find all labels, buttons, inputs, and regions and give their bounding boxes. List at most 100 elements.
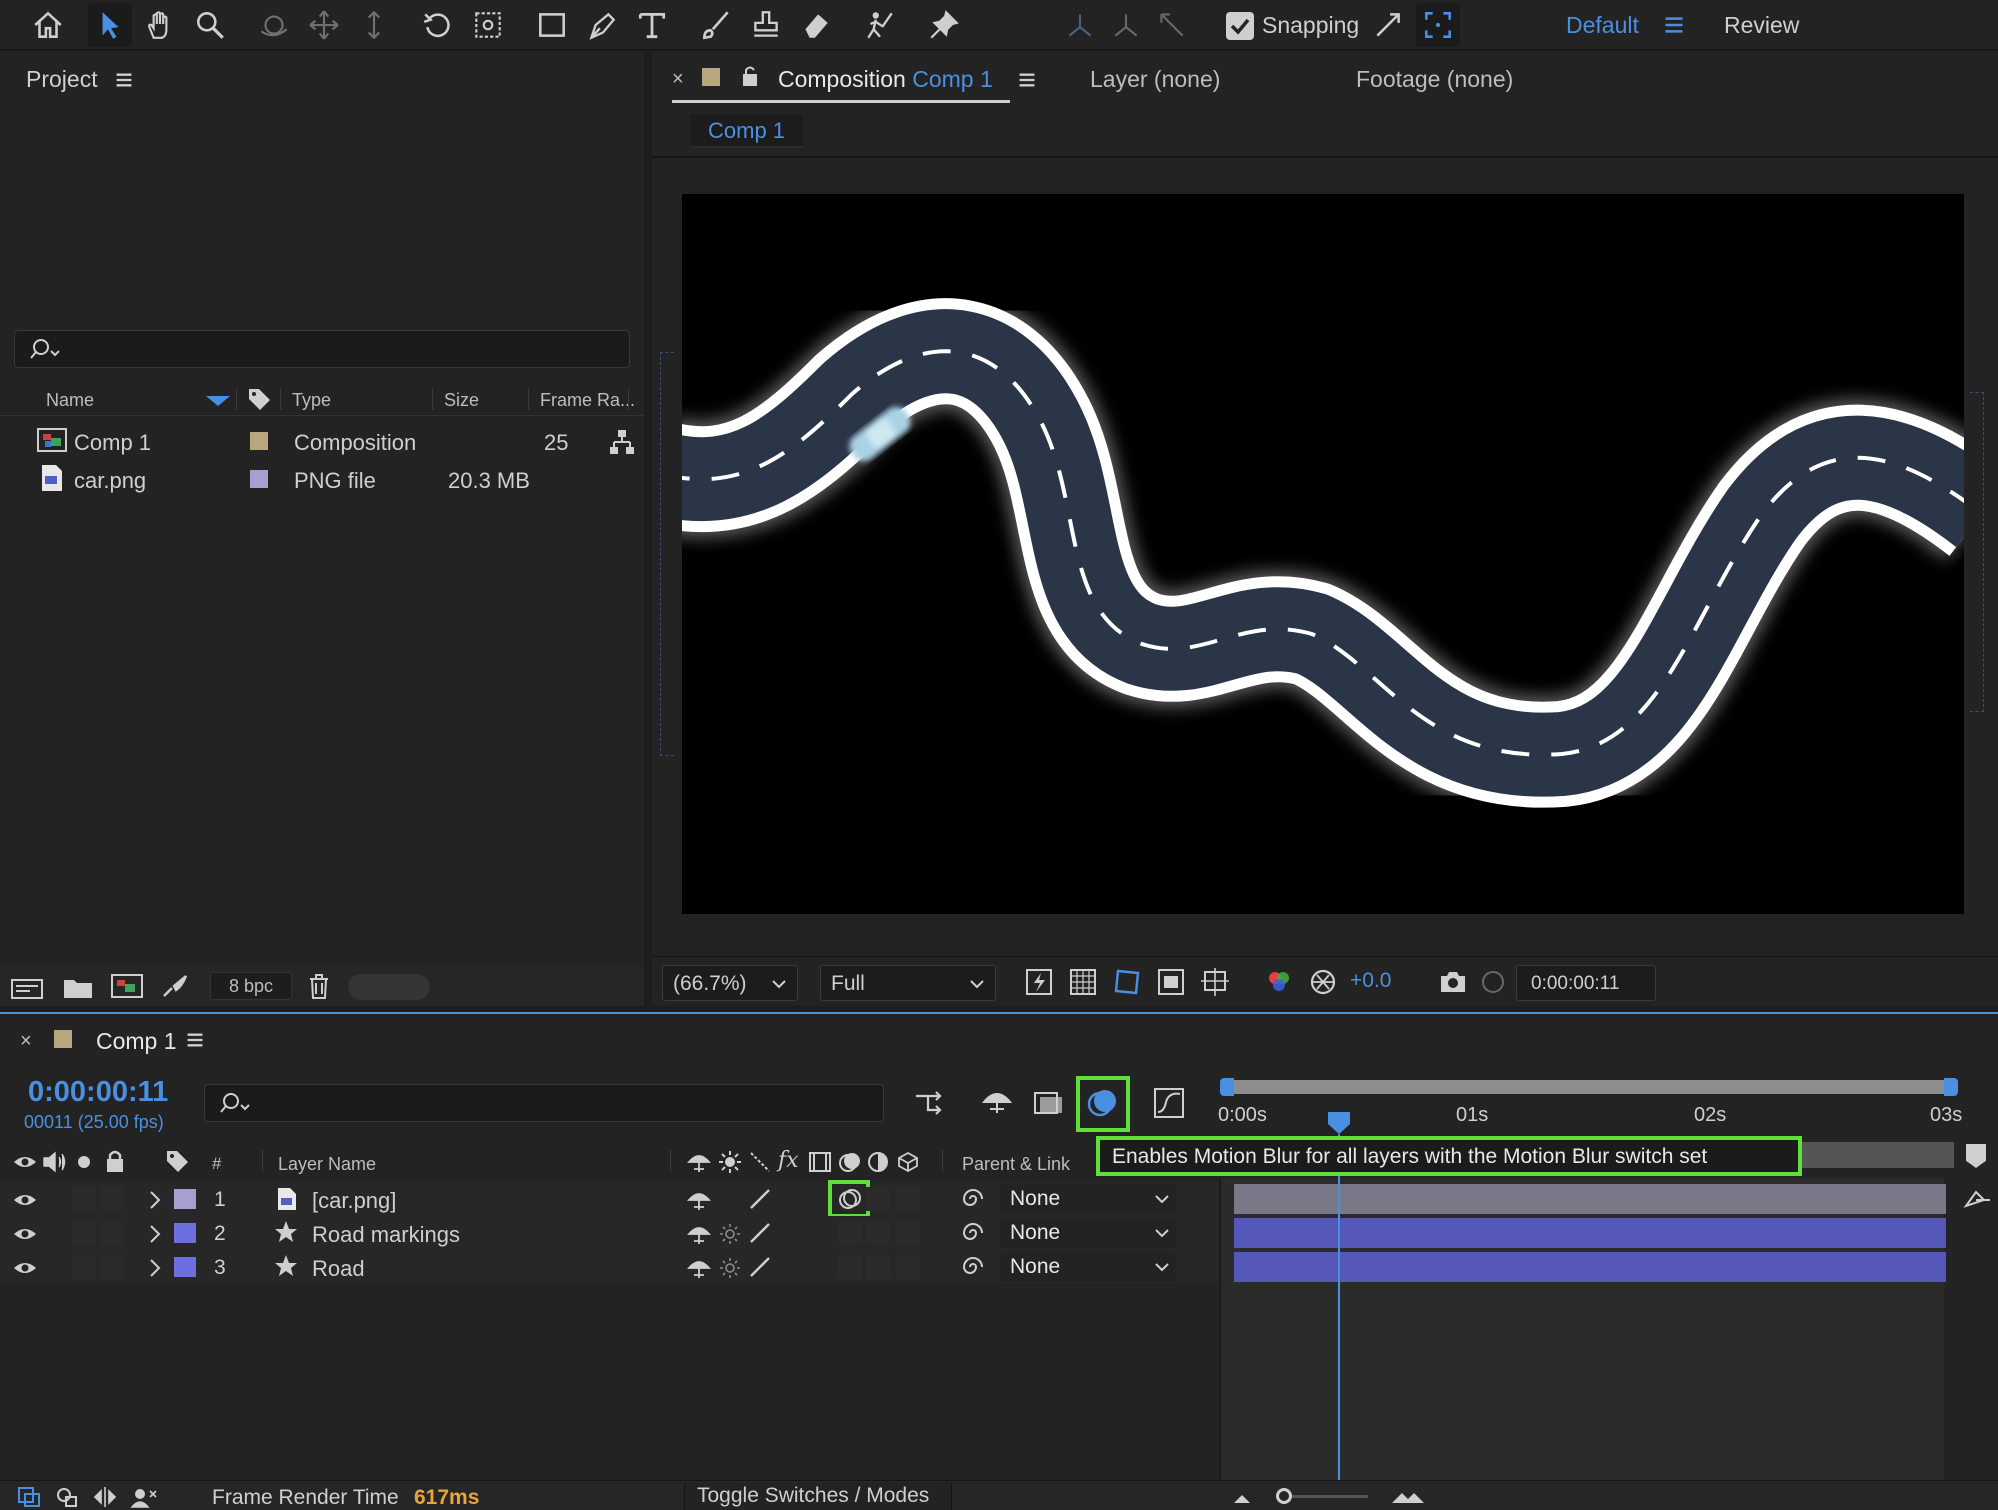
graph-editor-icon[interactable] <box>1152 1086 1186 1120</box>
column-type[interactable]: Type <box>292 390 331 411</box>
layer-search-input[interactable] <box>204 1084 884 1122</box>
transparency-grid-icon[interactable] <box>1068 967 1098 997</box>
layer-label-swatch[interactable] <box>174 1189 196 1209</box>
adjust-settings-icon[interactable] <box>160 972 190 1000</box>
column-size[interactable]: Size <box>444 390 479 411</box>
layer-duration-bar[interactable] <box>1234 1184 1946 1214</box>
camera-snapshot-icon[interactable] <box>1438 967 1468 997</box>
new-composition-icon[interactable] <box>110 972 144 1000</box>
chevron-right-icon[interactable] <box>148 1190 162 1210</box>
playhead-icon[interactable] <box>1326 1110 1352 1136</box>
chevron-right-icon[interactable] <box>148 1224 162 1244</box>
timeline-tab[interactable]: Comp 1 <box>96 1028 177 1055</box>
motion-blur-toggle[interactable] <box>838 1255 862 1279</box>
in-out-icon[interactable] <box>92 1485 118 1509</box>
zoom-out-icon[interactable] <box>1230 1491 1254 1505</box>
parent-dropdown[interactable]: None <box>1000 1184 1176 1214</box>
eye-icon[interactable] <box>12 1224 38 1244</box>
brush-tool-icon[interactable] <box>694 3 738 47</box>
current-timecode[interactable]: 0:00:00:11 <box>28 1076 168 1109</box>
layer-label-swatch[interactable] <box>174 1257 196 1277</box>
new-folder-icon[interactable] <box>62 974 94 1000</box>
shy-switch-icon[interactable] <box>686 1256 712 1280</box>
resolution-dropdown[interactable]: Full <box>820 965 996 1001</box>
clone-stamp-icon[interactable] <box>744 3 788 47</box>
zoom-tool-icon[interactable] <box>188 3 232 47</box>
close-tab-icon[interactable]: × <box>672 68 684 91</box>
render-time-icon[interactable] <box>130 1485 158 1509</box>
toggle-switches-modes-button[interactable]: Toggle Switches / Modes <box>684 1483 952 1510</box>
snap-edges-icon[interactable] <box>1366 3 1410 47</box>
bit-depth-button[interactable]: 8 bpc <box>210 972 292 1000</box>
layer-switches-icon[interactable] <box>54 1485 80 1509</box>
home-icon[interactable] <box>26 3 70 47</box>
quality-switch-icon[interactable] <box>748 1221 772 1245</box>
layer-name[interactable]: Road <box>312 1256 365 1282</box>
label-color-swatch[interactable] <box>250 470 268 488</box>
collapse-switch-icon[interactable] <box>718 1256 742 1280</box>
comp-flowchart-icon[interactable] <box>914 1088 948 1118</box>
eraser-tool-icon[interactable] <box>794 3 838 47</box>
collapse-switch-icon[interactable] <box>718 1150 742 1174</box>
grid-guides-icon[interactable] <box>1200 967 1230 997</box>
reset-exposure-icon[interactable] <box>1308 967 1338 997</box>
orbit-camera-icon[interactable] <box>252 3 296 47</box>
adjustment-toggle[interactable] <box>866 1255 890 1279</box>
project-item[interactable]: car.png PNG file 20.3 MB <box>0 462 644 496</box>
frame-blend-switch-icon[interactable] <box>808 1150 832 1174</box>
pen-tool-icon[interactable] <box>580 3 624 47</box>
pick-whip-icon[interactable] <box>960 1220 986 1246</box>
project-item[interactable]: Comp 1 Composition 25 <box>0 424 644 458</box>
column-number[interactable]: # <box>212 1154 221 1174</box>
column-name[interactable]: Name <box>46 390 94 411</box>
label-tag-icon[interactable] <box>246 386 272 412</box>
fast-previews-icon[interactable] <box>1024 967 1054 997</box>
layer-marker-icon[interactable] <box>1962 1186 1992 1214</box>
tab-layer[interactable]: Layer (none) <box>1090 66 1220 93</box>
comp-marker-bin[interactable] <box>1966 1144 1986 1168</box>
pick-whip-icon[interactable] <box>960 1254 986 1280</box>
panel-menu-icon[interactable] <box>102 58 146 102</box>
lock-icon[interactable] <box>740 64 760 88</box>
color-channels-icon[interactable] <box>1264 967 1294 997</box>
layer-duration-bar[interactable] <box>1234 1218 1946 1248</box>
lock-toggle[interactable] <box>100 1221 124 1245</box>
3d-toggle[interactable] <box>896 1255 920 1279</box>
adjustment-layer-switch-icon[interactable] <box>866 1150 890 1174</box>
audio-icon[interactable] <box>42 1150 68 1174</box>
snap-features-icon[interactable] <box>1416 3 1460 47</box>
flowchart-icon[interactable] <box>608 428 636 456</box>
roto-brush-icon[interactable] <box>858 3 902 47</box>
lock-icon[interactable] <box>104 1148 126 1174</box>
composition-canvas[interactable] <box>682 194 1964 914</box>
layer-name[interactable]: Road markings <box>312 1222 460 1248</box>
timeline-menu-icon[interactable] <box>178 1018 212 1062</box>
column-frame-rate[interactable]: Frame Ra... <box>540 390 635 411</box>
motion-blur-master-icon[interactable] <box>1086 1086 1120 1120</box>
lock-toggle[interactable] <box>100 1255 124 1279</box>
selection-tool-icon[interactable] <box>88 3 132 47</box>
sort-descending-icon[interactable] <box>206 396 230 408</box>
3d-toggle[interactable] <box>896 1187 920 1211</box>
eye-icon[interactable] <box>12 1258 38 1278</box>
label-tag-icon[interactable] <box>164 1148 190 1174</box>
quality-switch-icon[interactable] <box>748 1255 772 1279</box>
zoom-dropdown[interactable]: (66.7%) <box>662 965 798 1001</box>
mask-visibility-icon[interactable] <box>1112 967 1142 997</box>
workspace-menu-icon[interactable] <box>1652 3 1696 47</box>
collapse-switch-icon[interactable] <box>718 1222 742 1246</box>
snapping-checkbox[interactable] <box>1226 12 1254 40</box>
tab-composition[interactable]: Composition Comp 1 <box>778 66 993 93</box>
axis-local-icon[interactable] <box>1058 3 1102 47</box>
trash-icon[interactable] <box>306 972 332 1000</box>
pan-behind-tool-icon[interactable] <box>466 3 510 47</box>
eye-icon[interactable] <box>12 1190 38 1210</box>
close-tab-icon[interactable]: × <box>20 1030 32 1053</box>
3d-layer-switch-icon[interactable] <box>896 1150 920 1174</box>
video-visibility-icon[interactable] <box>12 1152 38 1172</box>
solo-toggle[interactable] <box>72 1255 96 1279</box>
pick-whip-icon[interactable] <box>960 1186 986 1212</box>
tab-footage[interactable]: Footage (none) <box>1356 66 1513 93</box>
quality-switch-icon[interactable] <box>748 1150 772 1174</box>
layer-motion-blur-icon[interactable] <box>838 1187 862 1211</box>
